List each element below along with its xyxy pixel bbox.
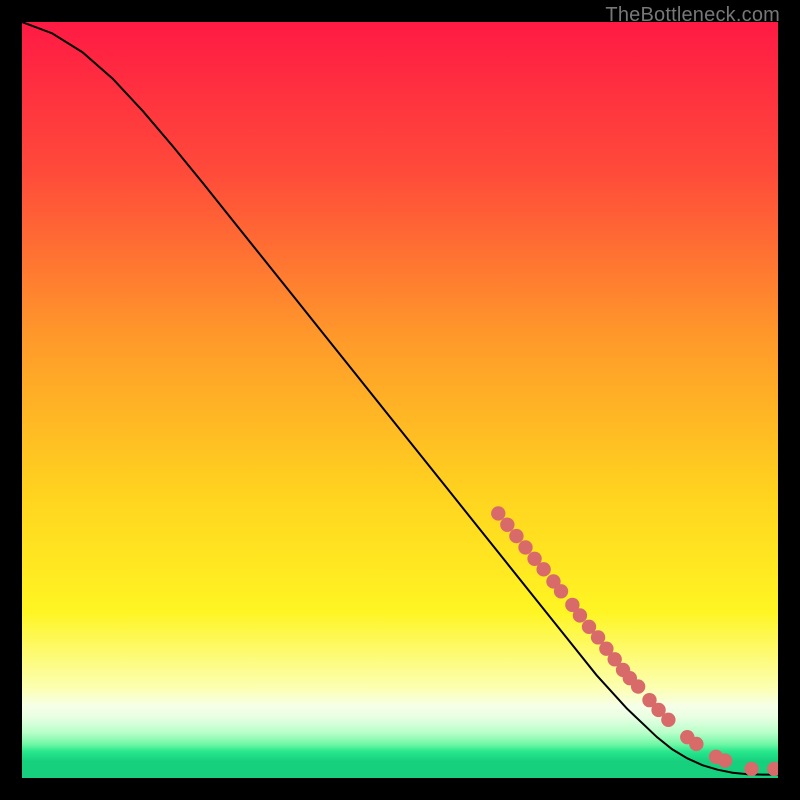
- data-marker: [536, 562, 550, 576]
- data-marker: [554, 584, 568, 598]
- chart-svg: [22, 22, 778, 778]
- gradient-background: [22, 22, 778, 778]
- data-marker: [500, 518, 514, 532]
- data-marker: [573, 608, 587, 622]
- data-marker: [509, 529, 523, 543]
- data-marker: [491, 506, 505, 520]
- data-marker: [631, 679, 645, 693]
- data-marker: [744, 762, 758, 776]
- data-marker: [689, 737, 703, 751]
- plot-area: [22, 22, 778, 778]
- chart-frame: TheBottleneck.com: [0, 0, 800, 800]
- data-marker: [661, 713, 675, 727]
- data-marker: [718, 753, 732, 767]
- data-marker: [518, 540, 532, 554]
